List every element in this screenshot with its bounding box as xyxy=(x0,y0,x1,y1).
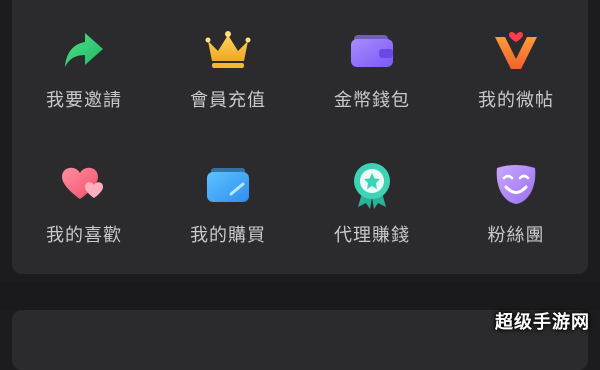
menu-item-label: 粉絲團 xyxy=(487,224,545,246)
menu-item-invite[interactable]: 我要邀請 xyxy=(12,0,156,135)
v-heart-icon xyxy=(490,24,542,76)
menu-grid: 我要邀請 會員充值 金幣錢包 我的微帖 我的喜歡 我的購買 代理賺錢 粉絲團 xyxy=(12,0,588,270)
menu-item-fan-club[interactable]: 粉絲團 xyxy=(444,135,588,270)
menu-item-label: 我的喜歡 xyxy=(46,224,122,246)
menu-item-label: 代理賺錢 xyxy=(334,224,410,246)
card-icon xyxy=(202,159,254,211)
menu-item-my-likes[interactable]: 我的喜歡 xyxy=(12,135,156,270)
watermark: 超级手游网 xyxy=(495,312,590,333)
menu-item-label: 我的購買 xyxy=(190,224,266,246)
menu-item-label: 會員充值 xyxy=(190,89,266,111)
mask-icon xyxy=(490,159,542,211)
wallet-icon xyxy=(346,24,398,76)
menu-item-label: 金幣錢包 xyxy=(334,89,410,111)
hearts-icon xyxy=(58,159,110,211)
menu-item-my-posts[interactable]: 我的微帖 xyxy=(444,0,588,135)
menu-item-label: 我要邀請 xyxy=(46,89,122,111)
menu-item-coin-wallet[interactable]: 金幣錢包 xyxy=(300,0,444,135)
share-arrow-icon xyxy=(58,24,110,76)
section-gap xyxy=(0,282,600,310)
crown-icon xyxy=(202,24,254,76)
menu-item-my-purchases[interactable]: 我的購買 xyxy=(156,135,300,270)
medal-star-icon xyxy=(346,159,398,211)
menu-item-vip-recharge[interactable]: 會員充值 xyxy=(156,0,300,135)
menu-item-label: 我的微帖 xyxy=(478,89,554,111)
menu-item-agent-earn[interactable]: 代理賺錢 xyxy=(300,135,444,270)
